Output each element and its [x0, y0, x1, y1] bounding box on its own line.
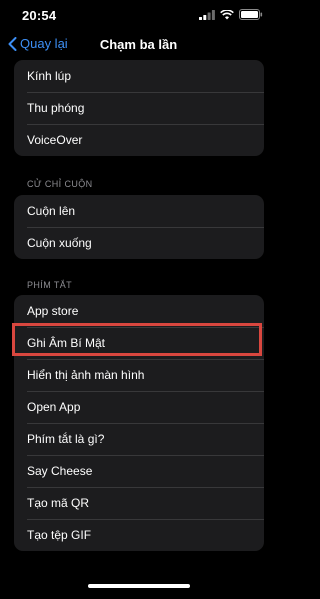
list-item-label: VoiceOver — [27, 133, 83, 147]
list-item-label: Hiển thị ảnh màn hình — [27, 368, 145, 382]
list-item-tao-tep-gif[interactable]: Tạo tệp GIF — [14, 519, 264, 551]
nav-bar: Quay lại Chạm ba lần — [0, 30, 277, 60]
list-item-label: Open App — [27, 400, 81, 414]
list-item-label: Tạo mã QR — [27, 496, 90, 510]
battery-icon — [239, 9, 263, 20]
section-header-scroll: CỬ CHỈ CUỘN — [27, 179, 93, 189]
list-item-hien-thi-anh-man-hinh[interactable]: Hiển thị ảnh màn hình — [14, 359, 264, 391]
wifi-icon — [220, 9, 234, 19]
list-item-tao-ma-qr[interactable]: Tạo mã QR — [14, 487, 264, 519]
signal-icon — [199, 9, 215, 20]
list-item-label: Cuộn lên — [27, 204, 76, 218]
list-item-open-app[interactable]: Open App — [14, 391, 264, 423]
section-header-shortcuts: PHÍM TẮT — [27, 280, 73, 290]
list-item-say-cheese[interactable]: Say Cheese — [14, 455, 264, 487]
shortcuts-group: App store Ghi Âm Bí Mật Hiển thị ảnh màn… — [14, 295, 264, 551]
list-item-kinh-lup[interactable]: Kính lúp — [14, 60, 264, 92]
list-item-app-store[interactable]: App store — [14, 295, 264, 327]
list-item-label: Kính lúp — [27, 69, 72, 83]
list-item-thu-phong[interactable]: Thu phóng — [14, 92, 264, 124]
list-item-label: Thu phóng — [27, 101, 85, 115]
list-item-label: Phím tắt là gì? — [27, 432, 105, 446]
list-item-label: Cuộn xuống — [27, 236, 92, 250]
status-bar: 20:54 — [0, 0, 277, 30]
list-item-label: App store — [27, 304, 79, 318]
home-indicator — [88, 584, 190, 588]
list-item-ghi-am-bi-mat[interactable]: Ghi Âm Bí Mật — [14, 327, 264, 359]
accessibility-group: Kính lúp Thu phóng VoiceOver — [14, 60, 264, 156]
list-item-cuon-xuong[interactable]: Cuộn xuống — [14, 227, 264, 259]
page-title: Chạm ba lần — [99, 37, 178, 52]
scroll-gestures-group: Cuộn lên Cuộn xuống — [14, 195, 264, 259]
status-time: 20:54 — [22, 8, 57, 23]
list-item-cuon-len[interactable]: Cuộn lên — [14, 195, 264, 227]
list-item-label: Tạo tệp GIF — [27, 528, 92, 542]
list-item-voiceover[interactable]: VoiceOver — [14, 124, 264, 156]
list-item-label: Ghi Âm Bí Mật — [27, 336, 106, 350]
list-item-phim-tat-la-gi[interactable]: Phím tắt là gì? — [14, 423, 264, 455]
list-item-label: Say Cheese — [27, 464, 93, 478]
status-icons — [199, 9, 263, 20]
